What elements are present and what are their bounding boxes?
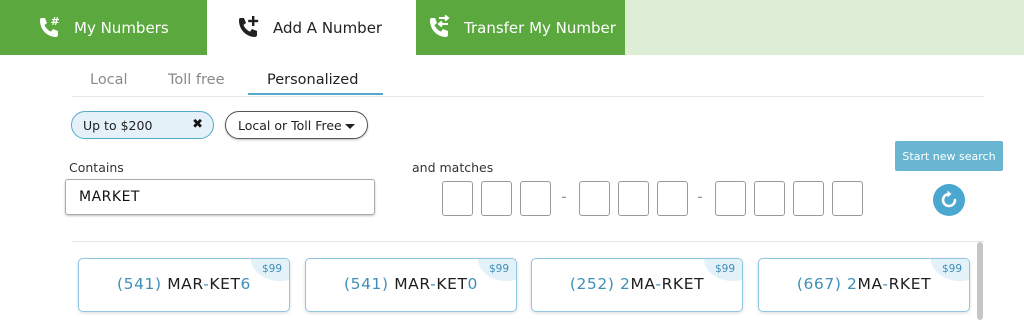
- tab-add-a-number[interactable]: Add A Number: [207, 0, 416, 55]
- price-filter-label: Up to $200: [83, 117, 153, 133]
- tab-transfer-my-number[interactable]: Transfer My Number: [416, 0, 625, 55]
- top-nav: # My Numbers Add A Number Transfer My Nu…: [0, 0, 1024, 55]
- number-result-card[interactable]: $99 (667) 2MA-RKET: [758, 258, 970, 312]
- price-badge: $99: [714, 263, 735, 275]
- close-icon[interactable]: ✖: [192, 117, 203, 132]
- phone-number: (667) 2MA-RKET: [759, 275, 969, 293]
- number-type-dropdown[interactable]: Local or Toll Free: [225, 111, 368, 139]
- separator-dash: -: [561, 187, 567, 206]
- number-part: 0: [467, 275, 479, 293]
- subtab-personalized[interactable]: Personalized: [267, 72, 358, 88]
- matches-label: and matches: [412, 160, 494, 175]
- price-badge: $99: [488, 263, 509, 275]
- digit-input[interactable]: [793, 181, 824, 216]
- price-filter-pill[interactable]: Up to $200 ✖: [71, 111, 214, 139]
- chevron-down-icon: [345, 124, 355, 129]
- number-part: RKET: [888, 275, 932, 293]
- divider: [72, 241, 984, 242]
- digit-input[interactable]: [442, 181, 473, 216]
- tab-label: Add A Number: [273, 18, 383, 37]
- active-tab-indicator: [248, 93, 383, 95]
- phone-number: (541) MAR-KET6: [79, 275, 289, 293]
- number-part: 2: [620, 275, 631, 293]
- contains-label: Contains: [69, 160, 124, 175]
- refresh-icon: [941, 190, 957, 208]
- phone-number: (541) MAR-KET0: [306, 275, 516, 293]
- scrollbar[interactable]: [977, 242, 983, 320]
- digit-input[interactable]: [618, 181, 649, 216]
- separator-dash: -: [697, 187, 703, 206]
- number-result-card[interactable]: $99 (541) MAR-KET0: [305, 258, 517, 312]
- number-part: MAR: [394, 275, 431, 293]
- contains-input[interactable]: MARKET: [65, 179, 375, 215]
- number-part: MA: [857, 275, 883, 293]
- tab-my-numbers[interactable]: # My Numbers: [0, 0, 207, 55]
- reset-button[interactable]: [933, 184, 965, 216]
- number-part: KET: [436, 275, 468, 293]
- digit-input[interactable]: [754, 181, 785, 216]
- digit-input[interactable]: [715, 181, 746, 216]
- digit-input[interactable]: [481, 181, 512, 216]
- digit-input[interactable]: [579, 181, 610, 216]
- number-part: RKET: [661, 275, 705, 293]
- area-code: (667): [796, 275, 842, 293]
- area-code: (541): [116, 275, 162, 293]
- number-part: KET: [209, 275, 241, 293]
- phone-plus-icon: [235, 15, 261, 41]
- price-badge: $99: [261, 263, 282, 275]
- subtab-toll-free[interactable]: Toll free: [168, 72, 225, 88]
- svg-text:#: #: [51, 15, 60, 28]
- number-part: 2: [847, 275, 858, 293]
- phone-hash-icon: #: [36, 15, 62, 41]
- number-part: MA: [630, 275, 656, 293]
- area-code: (252): [569, 275, 615, 293]
- price-badge: $99: [941, 263, 962, 275]
- number-result-card[interactable]: $99 (252) 2MA-RKET: [531, 258, 743, 312]
- number-type-label: Local or Toll Free: [238, 117, 342, 133]
- sub-tabs: Local Toll free Personalized: [72, 66, 984, 97]
- number-part: MAR: [167, 275, 204, 293]
- start-new-search-button[interactable]: Start new search: [895, 141, 1003, 171]
- phone-transfer-icon: [426, 14, 452, 41]
- phone-number: (252) 2MA-RKET: [532, 275, 742, 293]
- number-part: 6: [240, 275, 252, 293]
- tab-label: Transfer My Number: [464, 18, 616, 37]
- tab-label: My Numbers: [74, 18, 169, 37]
- digit-input[interactable]: [832, 181, 863, 216]
- area-code: (541): [343, 275, 389, 293]
- digit-input[interactable]: [657, 181, 688, 216]
- digit-input[interactable]: [520, 181, 551, 216]
- subtab-local[interactable]: Local: [90, 72, 128, 88]
- number-result-card[interactable]: $99 (541) MAR-KET6: [78, 258, 290, 312]
